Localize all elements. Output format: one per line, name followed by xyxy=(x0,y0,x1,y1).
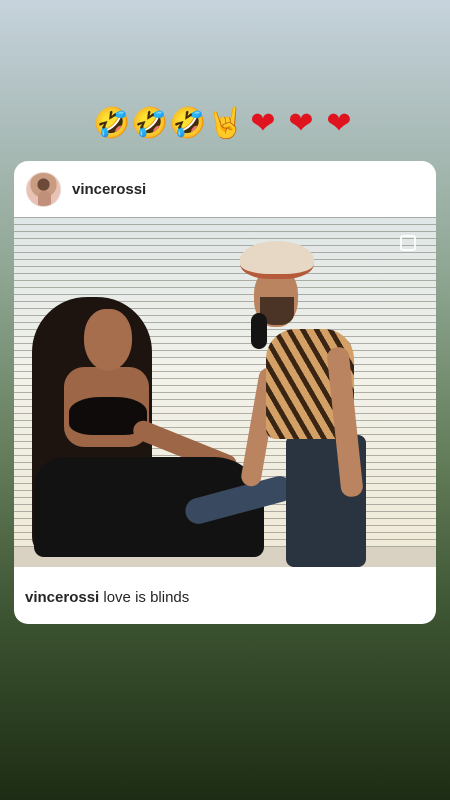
multi-photo-icon xyxy=(400,235,416,251)
rock-on-hand-icon: 🤘 xyxy=(207,106,245,141)
post-username[interactable]: vincerossi xyxy=(72,181,146,198)
post-photo[interactable] xyxy=(14,217,436,567)
post-caption: vincerossi love is blinds xyxy=(25,589,189,606)
post-header[interactable]: vincerossi xyxy=(14,161,436,217)
emoji-sticker-row[interactable]: 🤣 🤣 🤣 🤘 ❤ ❤ ❤ xyxy=(0,104,450,144)
red-heart-icon: ❤ xyxy=(288,106,314,141)
red-heart-icon: ❤ xyxy=(326,106,352,141)
caption-text: love is blinds xyxy=(99,589,190,606)
straw-hat xyxy=(240,241,314,279)
woman-face xyxy=(84,309,132,371)
rolling-laughing-icon: 🤣 xyxy=(169,106,207,141)
rolling-laughing-icon: 🤣 xyxy=(131,106,169,141)
black-bag xyxy=(251,313,267,349)
caption-username[interactable]: vincerossi xyxy=(25,589,99,606)
rolling-laughing-icon: 🤣 xyxy=(93,106,131,141)
red-heart-icon: ❤ xyxy=(250,106,276,141)
avatar[interactable] xyxy=(26,171,61,207)
shared-post-card[interactable]: vincerossi vincerossi love is blinds xyxy=(14,161,436,624)
